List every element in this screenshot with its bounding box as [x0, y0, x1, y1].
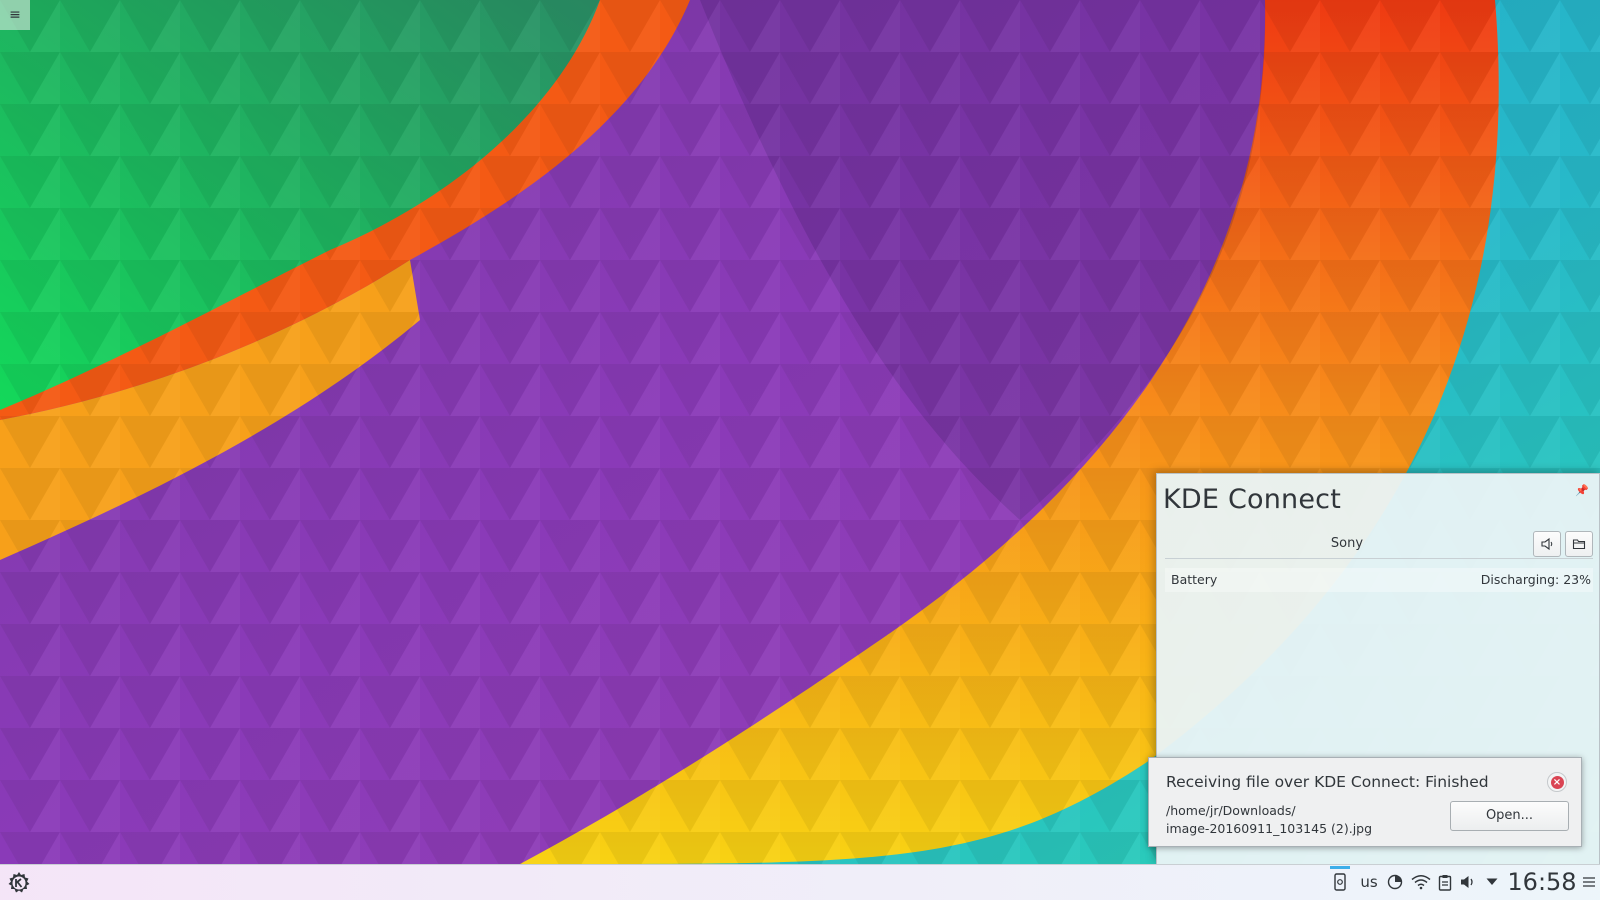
volume-icon [1461, 876, 1473, 888]
clipboard-icon [1438, 874, 1452, 891]
battery-row: Battery Discharging: 23% [1165, 568, 1593, 592]
close-icon: × [1550, 775, 1564, 789]
chevron-down-icon [1486, 878, 1498, 885]
notifications-icon [1387, 874, 1403, 890]
notification-close-button[interactable]: × [1547, 772, 1567, 792]
popup-title: KDE Connect [1163, 484, 1341, 515]
device-name: Sony [1330, 536, 1364, 551]
desktop-toolbox-button[interactable]: ≡ [0, 0, 30, 30]
wifi-icon [1411, 875, 1431, 890]
volume-tray-button[interactable] [1457, 864, 1479, 900]
phone-icon [1334, 873, 1346, 891]
hamburger-menu-icon: ≡ [9, 7, 21, 23]
kdeconnect-tray-button[interactable] [1327, 864, 1353, 900]
file-path-line: /home/jr/Downloads/ [1166, 803, 1296, 818]
expand-tray-button[interactable] [1482, 864, 1502, 900]
kde-logo-icon [8, 872, 30, 893]
notification-title: Receiving file over KDE Connect: Finishe… [1166, 773, 1489, 791]
folder-icon [1572, 539, 1586, 550]
hamburger-menu-icon [1583, 877, 1595, 887]
battery-label: Battery [1171, 572, 1218, 587]
notifications-tray-button[interactable] [1383, 864, 1407, 900]
clipboard-tray-button[interactable] [1434, 864, 1456, 900]
application-launcher-button[interactable] [6, 870, 32, 896]
ring-device-button[interactable] [1533, 531, 1561, 557]
pin-icon[interactable]: 📌 [1575, 484, 1589, 497]
digital-clock[interactable]: 16:58 [1505, 864, 1579, 900]
network-tray-button[interactable] [1408, 864, 1434, 900]
battery-status: Discharging: 23% [1480, 572, 1591, 587]
browse-device-button[interactable] [1565, 531, 1593, 557]
notification-body: /home/jr/Downloads/ image-20160911_10314… [1166, 802, 1372, 838]
file-received-notification: Receiving file over KDE Connect: Finishe… [1148, 757, 1582, 847]
device-row: Sony [1165, 531, 1593, 559]
speaker-icon [1541, 537, 1553, 551]
open-file-button[interactable]: Open... [1450, 801, 1569, 831]
panel-toolbox-button[interactable] [1580, 864, 1598, 900]
keyboard-layout-button[interactable]: us [1355, 864, 1383, 900]
file-name-line: image-20160911_103145 (2).jpg [1166, 821, 1373, 836]
